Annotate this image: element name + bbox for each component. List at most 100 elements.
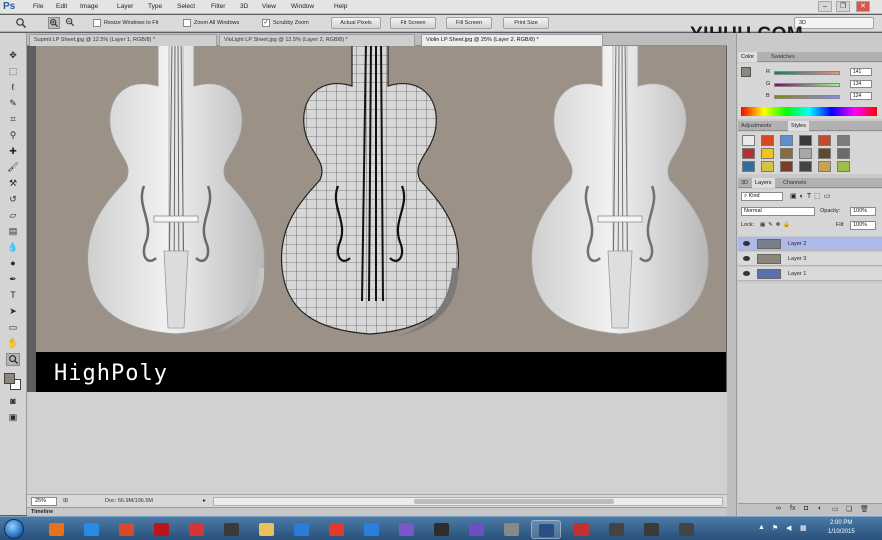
group-icon[interactable]: ▭ xyxy=(832,505,839,513)
visibility-eye-icon[interactable] xyxy=(743,271,750,276)
brush-tool-icon[interactable]: 🖌 xyxy=(6,161,20,174)
horizontal-scrollbar[interactable] xyxy=(213,497,723,506)
unity-icon[interactable] xyxy=(566,520,596,539)
eyedropper-tool-icon[interactable]: ⚲ xyxy=(6,129,20,142)
layer-row[interactable]: Layer 3 xyxy=(738,252,882,266)
history-brush-tool-icon[interactable]: ↺ xyxy=(6,193,20,206)
clock-time[interactable]: 2:00 PM xyxy=(830,520,852,526)
lock-icons[interactable]: ▦✎✥🔒 xyxy=(760,221,793,230)
style-swatch[interactable] xyxy=(780,161,793,172)
tab-violight-lp-sheet[interactable]: VioLight LP Sheet.jpg @ 12.5% (Layer 2, … xyxy=(219,34,415,46)
style-swatch[interactable] xyxy=(818,161,831,172)
start-button[interactable] xyxy=(4,519,24,539)
layer-filter-kind-select[interactable]: ⌕ Kind xyxy=(741,192,783,201)
document-canvas[interactable]: HighPoly xyxy=(36,46,726,392)
blur-tool-icon[interactable]: 💧 xyxy=(6,241,20,254)
obs-icon[interactable] xyxy=(216,520,246,539)
minimize-button[interactable]: – xyxy=(818,1,832,12)
tab-channels[interactable]: Channels xyxy=(780,178,809,188)
show-hidden-icons-icon[interactable]: ▲ xyxy=(758,524,765,531)
color-panel-foreground-swatch[interactable] xyxy=(741,67,751,77)
menu-layer[interactable]: Layer xyxy=(117,2,133,12)
flag-icon[interactable]: ⚑ xyxy=(772,524,778,532)
ie-icon[interactable] xyxy=(76,520,106,539)
zbrush-icon[interactable] xyxy=(496,520,526,539)
marquee-tool-icon[interactable]: ⬚ xyxy=(6,65,20,78)
fit-screen-button[interactable]: Fit Screen xyxy=(390,17,436,29)
photoshop-icon[interactable] xyxy=(531,520,561,539)
green-value[interactable]: 134 xyxy=(850,80,872,88)
move-tool-icon[interactable]: ✥ xyxy=(6,49,20,62)
skull-icon[interactable] xyxy=(426,520,456,539)
quick-mask-icon[interactable]: ◙ xyxy=(6,395,20,408)
gradient-tool-icon[interactable]: ▤ xyxy=(6,225,20,238)
style-swatch[interactable] xyxy=(837,135,850,146)
clock-date[interactable]: 1/10/2015 xyxy=(828,529,855,535)
fill-screen-button[interactable]: Fill Screen xyxy=(446,17,492,29)
status-info-icon[interactable]: ⊞ xyxy=(63,497,68,504)
shape-tool-icon[interactable]: ▭ xyxy=(6,321,20,334)
visibility-eye-icon[interactable] xyxy=(743,256,750,261)
zoom-in-icon[interactable] xyxy=(48,17,60,29)
blue-slider[interactable] xyxy=(774,95,840,99)
blend-mode-select[interactable]: Normal xyxy=(741,207,815,216)
pen-tool-icon[interactable]: ✒ xyxy=(6,273,20,286)
app2-icon[interactable] xyxy=(601,520,631,539)
color-spectrum-bar[interactable] xyxy=(741,107,877,116)
style-swatch[interactable] xyxy=(761,161,774,172)
red-slider[interactable] xyxy=(774,71,840,75)
firefox-icon[interactable] xyxy=(41,520,71,539)
opacity-field[interactable]: 100% xyxy=(850,207,876,216)
menu-image[interactable]: Image xyxy=(80,2,98,12)
games-icon[interactable] xyxy=(111,520,141,539)
zoom-tool-icon[interactable] xyxy=(6,353,20,366)
timeline-panel-tab[interactable]: Timeline xyxy=(27,507,727,516)
app-icon[interactable] xyxy=(391,520,421,539)
tab-color[interactable]: Color xyxy=(738,52,758,62)
adjustment-layer-icon[interactable]: ◐ xyxy=(818,505,822,512)
style-swatch[interactable] xyxy=(761,148,774,159)
style-swatch[interactable] xyxy=(742,161,755,172)
close-button[interactable]: ✕ xyxy=(856,1,870,12)
eraser-tool-icon[interactable]: ▱ xyxy=(6,209,20,222)
scrollbar-thumb[interactable] xyxy=(414,499,614,504)
dropbox-icon[interactable] xyxy=(356,520,386,539)
status-menu-arrow-icon[interactable]: ▸ xyxy=(203,497,206,504)
menu-help[interactable]: Help xyxy=(334,2,347,12)
quick-select-tool-icon[interactable]: ✎ xyxy=(6,97,20,110)
app4-icon[interactable] xyxy=(671,520,701,539)
screen-mode-icon[interactable]: ▣ xyxy=(6,411,20,424)
tab-layers[interactable]: Layers xyxy=(752,178,775,188)
tab-swatches[interactable]: Swatches xyxy=(768,52,798,62)
media-player-icon[interactable] xyxy=(286,520,316,539)
actual-pixels-button[interactable]: Actual Pixels xyxy=(331,17,381,29)
restore-button[interactable]: ❐ xyxy=(836,1,850,12)
tab-3d[interactable]: 3D xyxy=(738,178,751,188)
tab-supmit-lp-sheet[interactable]: Supmit LP Sheet.jpg @ 12.5% (Layer 1, RG… xyxy=(29,34,217,46)
style-swatch[interactable] xyxy=(837,161,850,172)
volume-icon[interactable]: ◀ xyxy=(786,524,791,532)
type-tool-icon[interactable]: T xyxy=(6,289,20,302)
photoshop-logo-icon[interactable]: Ps xyxy=(3,0,21,14)
dodge-tool-icon[interactable]: ● xyxy=(6,257,20,270)
menu-filter[interactable]: Filter xyxy=(211,2,225,12)
trash-icon[interactable]: 🗑 xyxy=(860,505,869,513)
style-swatch[interactable] xyxy=(837,148,850,159)
style-swatch[interactable] xyxy=(799,148,812,159)
folder-icon[interactable] xyxy=(251,520,281,539)
menu-3d[interactable]: 3D xyxy=(240,2,248,12)
menu-view[interactable]: View xyxy=(262,2,276,12)
style-swatch[interactable] xyxy=(742,135,755,146)
layer-row[interactable]: Layer 2 xyxy=(738,237,882,251)
paint-icon[interactable] xyxy=(181,520,211,539)
style-swatch[interactable] xyxy=(780,135,793,146)
zoom-tool-preset-icon[interactable] xyxy=(15,17,27,29)
lasso-tool-icon[interactable]: ℓ xyxy=(6,81,20,94)
style-swatch[interactable] xyxy=(761,135,774,146)
bandicam-icon[interactable] xyxy=(321,520,351,539)
style-swatch[interactable] xyxy=(818,135,831,146)
tab-violin-lp-sheet[interactable]: Violin LP Sheet.jpg @ 25% (Layer 2, RGB/… xyxy=(421,34,603,46)
layer-row[interactable]: Layer 1 xyxy=(738,267,882,281)
style-swatch[interactable] xyxy=(799,161,812,172)
layer-filter-icons[interactable]: ▣◐T⬚▭ xyxy=(790,192,833,201)
